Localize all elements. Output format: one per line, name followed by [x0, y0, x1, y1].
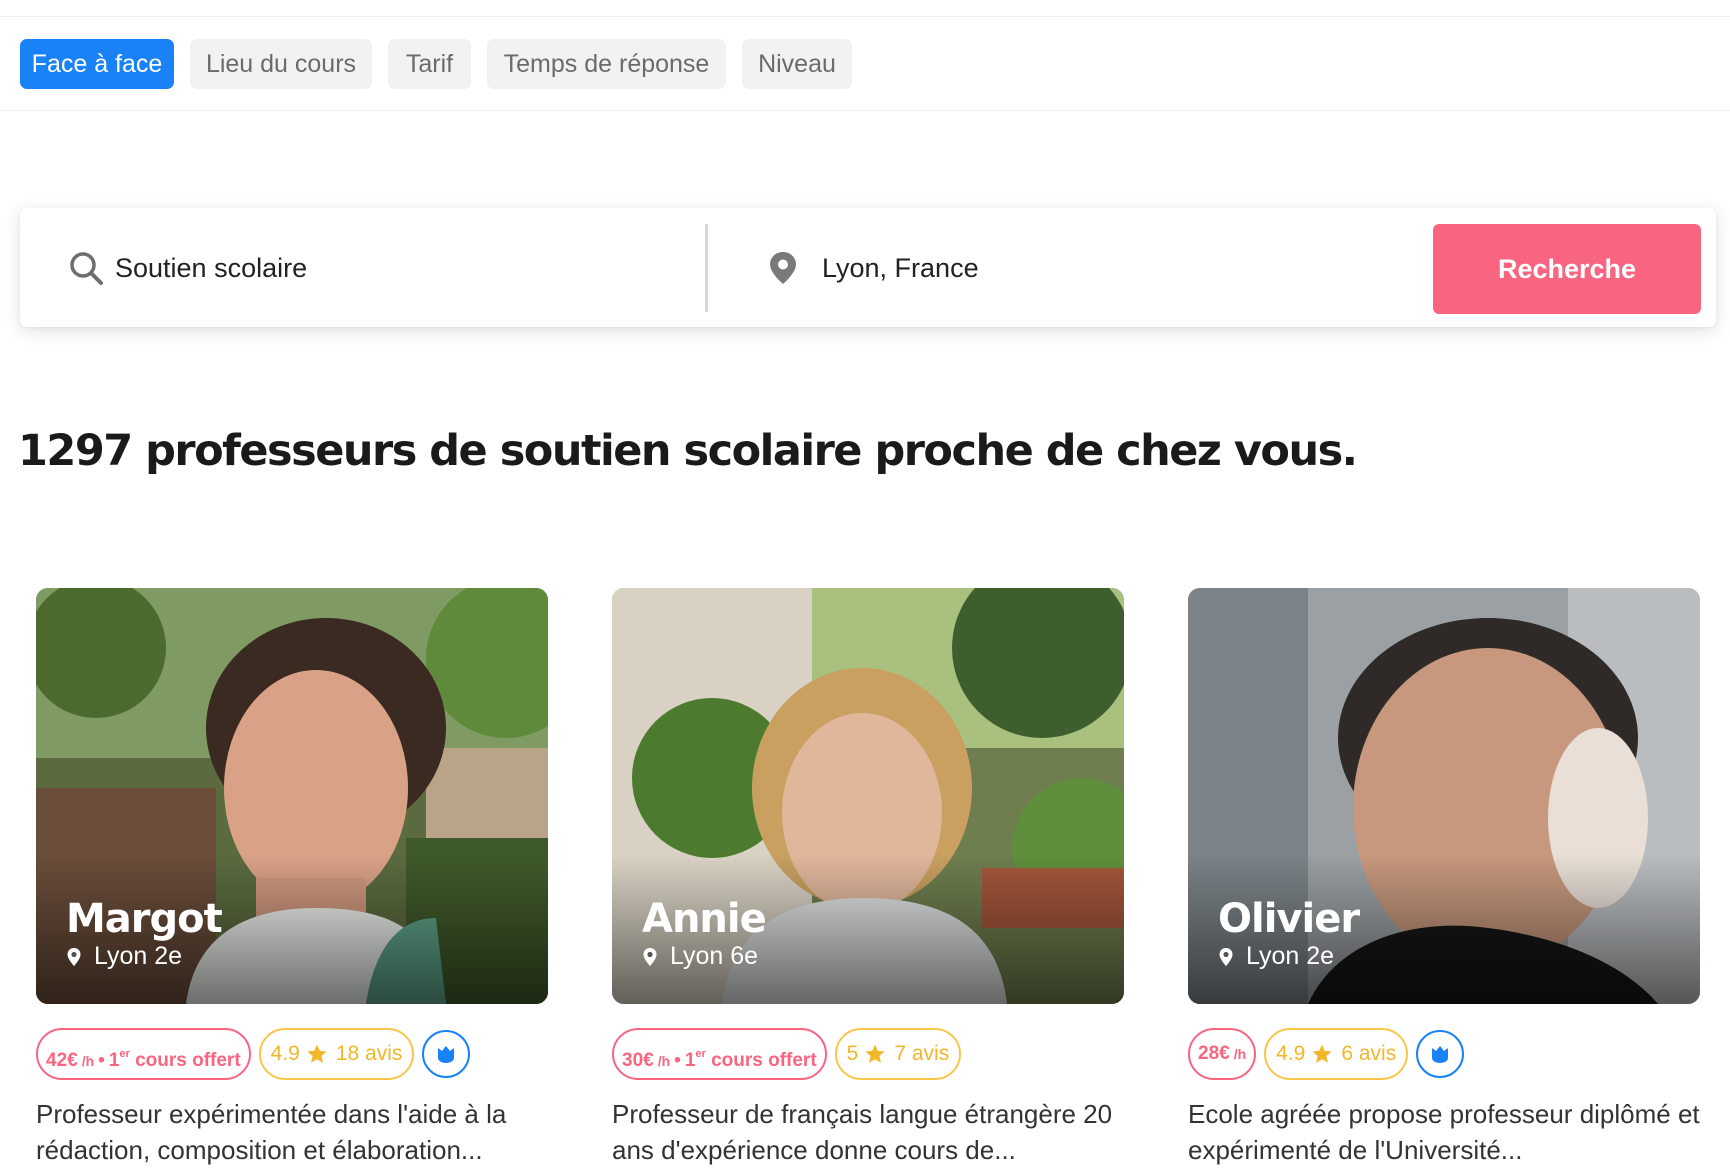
- location-search-input[interactable]: [822, 246, 1422, 290]
- subject-search-input[interactable]: [115, 246, 675, 290]
- offer-number: 1: [108, 1050, 120, 1071]
- map-pin-icon: [643, 947, 657, 966]
- price-amount: 42€: [46, 1050, 78, 1071]
- premium-badge: [1416, 1030, 1465, 1078]
- rating-value: 4.9: [270, 1042, 300, 1065]
- map-pin-icon: [67, 947, 81, 966]
- price-unit: /h: [1233, 1046, 1247, 1062]
- tutor-card[interactable]: Annie Lyon 6e 30€/h • 1er cours offert 5 7…: [612, 588, 1124, 1174]
- crown-icon: [438, 1046, 455, 1063]
- tutor-name: Olivier: [1218, 896, 1360, 942]
- tutor-location: Lyon 2e: [1218, 942, 1334, 971]
- rating-value: 5: [846, 1042, 859, 1065]
- price-badge: 30€/h • 1er cours offert: [612, 1028, 827, 1080]
- badge-separator: •: [674, 1050, 681, 1071]
- price-badge: 42€/h • 1er cours offert: [36, 1028, 251, 1080]
- reviews-count: 7 avis: [894, 1042, 950, 1065]
- tutor-location: Lyon 2e: [66, 942, 182, 971]
- filter-chip-temps-de-reponse[interactable]: Temps de réponse: [487, 39, 726, 89]
- search-bar: Recherche: [20, 208, 1716, 327]
- top-divider: [0, 0, 1730, 17]
- star-icon: [865, 1044, 885, 1063]
- rating-value: 4.9: [1276, 1042, 1306, 1065]
- price-unit: /h: [81, 1053, 95, 1069]
- tutor-location-label: Lyon 2e: [1246, 942, 1335, 970]
- offer-ordinal: er: [695, 1048, 706, 1060]
- rating-badge: 4.9 6 avis: [1264, 1028, 1409, 1080]
- offer-number: 1: [684, 1050, 696, 1071]
- search-icon: [70, 252, 103, 285]
- tutor-photo: Margot Lyon 2e: [36, 588, 548, 1004]
- filter-chip-face-a-face[interactable]: Face à face: [20, 39, 174, 89]
- tutor-description: Professeur expérimentée dans l'aide à la…: [36, 1099, 507, 1165]
- tutor-badges: 30€/h • 1er cours offert 5 7 avis: [612, 1028, 969, 1080]
- reviews-count: 6 avis: [1341, 1042, 1397, 1065]
- tutor-description: Professeur de français langue étrangère …: [612, 1099, 1113, 1165]
- tutor-location-label: Lyon 6e: [670, 942, 759, 970]
- price-amount: 28€: [1198, 1043, 1230, 1064]
- filter-chip-lieu-du-cours[interactable]: Lieu du cours: [190, 39, 372, 89]
- filter-chip-tarif[interactable]: Tarif: [388, 39, 471, 89]
- tutor-badges: 42€/h • 1er cours offert 4.9 18 avis: [36, 1028, 471, 1080]
- price-unit: /h: [657, 1053, 671, 1069]
- rating-badge: 4.9 18 avis: [258, 1028, 415, 1080]
- price-amount: 30€: [622, 1050, 654, 1071]
- tutor-card[interactable]: Olivier Lyon 2e 28€/h 4.9 6 avis Ecole a…: [1188, 588, 1700, 1174]
- filter-bar: Face à face Lieu du cours Tarif Temps de…: [0, 17, 1730, 111]
- tutor-badges: 28€/h 4.9 6 avis: [1188, 1028, 1465, 1080]
- tutor-card[interactable]: Margot Lyon 2e 42€/h • 1er cours offert 4.…: [36, 588, 548, 1174]
- tutor-location-label: Lyon 2e: [94, 942, 183, 970]
- tutor-photo: Olivier Lyon 2e: [1188, 588, 1700, 1004]
- tutor-name: Annie: [642, 896, 767, 942]
- rating-badge: 5 7 avis: [834, 1028, 962, 1080]
- offer-text: cours offert: [135, 1050, 241, 1071]
- offer-text: cours offert: [711, 1050, 817, 1071]
- premium-badge: [422, 1030, 471, 1078]
- map-pin-icon: [770, 252, 796, 284]
- star-icon: [307, 1044, 327, 1063]
- results-heading: 1297 professeurs de soutien scolaire pro…: [18, 426, 1358, 476]
- tutor-name: Margot: [66, 896, 223, 942]
- crown-icon: [1432, 1046, 1449, 1063]
- filter-chip-niveau[interactable]: Niveau: [742, 39, 852, 89]
- map-pin-icon: [1219, 947, 1233, 966]
- tutor-description: Ecole agréée propose professeur diplômé …: [1188, 1099, 1700, 1165]
- offer-ordinal: er: [119, 1048, 130, 1060]
- search-button[interactable]: Recherche: [1433, 224, 1701, 314]
- star-icon: [1312, 1044, 1332, 1063]
- reviews-count: 18 avis: [335, 1042, 403, 1065]
- search-divider: [705, 224, 708, 312]
- badge-separator: •: [98, 1050, 105, 1071]
- tutor-location: Lyon 6e: [642, 942, 758, 971]
- tutor-photo: Annie Lyon 6e: [612, 588, 1124, 1004]
- price-badge: 28€/h: [1188, 1028, 1257, 1080]
